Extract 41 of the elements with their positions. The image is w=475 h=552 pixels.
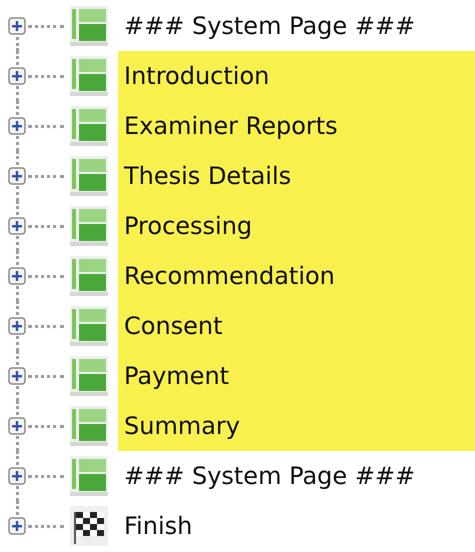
- expand-button[interactable]: [8, 267, 26, 285]
- expand-button[interactable]: [8, 517, 26, 535]
- tree-item-label[interactable]: Processing: [124, 212, 252, 240]
- page-icon: [70, 456, 108, 496]
- tree-item-label[interactable]: Introduction: [124, 62, 270, 90]
- expand-button[interactable]: [8, 417, 26, 435]
- page-icon: [70, 406, 108, 446]
- highlighted-item[interactable]: Consent: [118, 301, 475, 351]
- page-icon: [70, 206, 108, 246]
- checkered-flag-icon: [70, 506, 108, 546]
- tree-item-label[interactable]: Summary: [124, 412, 240, 440]
- expand-button[interactable]: [8, 167, 26, 185]
- highlighted-item[interactable]: Summary: [118, 401, 475, 451]
- page-icon: [70, 156, 108, 196]
- expand-button[interactable]: [8, 217, 26, 235]
- tree-item-label[interactable]: Consent: [124, 312, 223, 340]
- tree-item-label[interactable]: ### System Page ###: [124, 462, 416, 490]
- page-icon: [70, 56, 108, 96]
- highlighted-item[interactable]: Recommendation: [118, 251, 475, 301]
- page-icon: [70, 356, 108, 396]
- page-icon: [70, 106, 108, 146]
- highlighted-item[interactable]: Thesis Details: [118, 151, 475, 201]
- expand-button[interactable]: [8, 67, 26, 85]
- highlighted-item[interactable]: Payment: [118, 351, 475, 401]
- tree-item-label[interactable]: Finish: [124, 512, 192, 540]
- highlighted-item[interactable]: Examiner Reports: [118, 101, 475, 151]
- page-icon: [70, 306, 108, 346]
- highlighted-item[interactable]: Processing: [118, 201, 475, 251]
- highlighted-item[interactable]: Introduction: [118, 51, 475, 101]
- expand-button[interactable]: [8, 117, 26, 135]
- expand-button[interactable]: [8, 17, 26, 35]
- expand-button[interactable]: [8, 367, 26, 385]
- expand-button[interactable]: [8, 467, 26, 485]
- page-icon: [70, 256, 108, 296]
- page-icon: [70, 6, 108, 46]
- tree-item-label[interactable]: ### System Page ###: [124, 12, 416, 40]
- tree-item-label[interactable]: Payment: [124, 362, 230, 390]
- tree-item-label[interactable]: Recommendation: [124, 262, 335, 290]
- tree-item-label[interactable]: Examiner Reports: [124, 112, 338, 140]
- expand-button[interactable]: [8, 317, 26, 335]
- tree-item-label[interactable]: Thesis Details: [124, 162, 292, 190]
